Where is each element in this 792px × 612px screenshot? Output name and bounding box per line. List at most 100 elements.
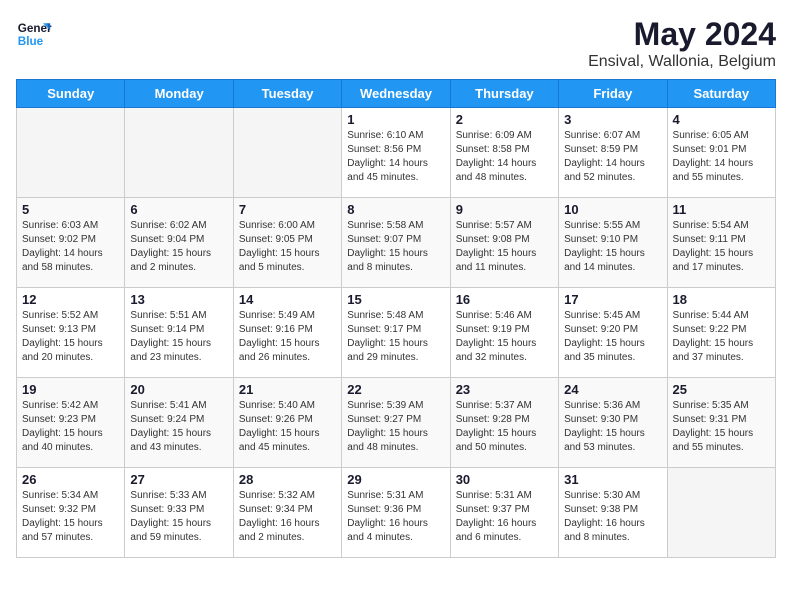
weekday-header-cell: Tuesday: [233, 80, 341, 108]
calendar-cell: 6 Sunrise: 6:02 AM Sunset: 9:04 PM Daylig…: [125, 198, 233, 288]
cell-info: Sunrise: 5:57 AM Sunset: 9:08 PM Dayligh…: [456, 219, 553, 275]
calendar-table: SundayMondayTuesdayWednesdayThursdayFrid…: [16, 79, 776, 558]
day-number: 30: [456, 472, 553, 487]
cell-info: Sunrise: 5:49 AM Sunset: 9:16 PM Dayligh…: [239, 309, 336, 365]
calendar-cell: [17, 108, 125, 198]
calendar-cell: 31 Sunrise: 5:30 AM Sunset: 9:38 PM Dayli…: [559, 468, 667, 558]
cell-info: Sunrise: 5:30 AM Sunset: 9:38 PM Dayligh…: [564, 489, 661, 545]
calendar-cell: 11 Sunrise: 5:54 AM Sunset: 9:11 PM Dayli…: [667, 198, 775, 288]
day-number: 1: [347, 112, 444, 127]
logo-icon: General Blue: [16, 16, 52, 52]
calendar-week-row: 5 Sunrise: 6:03 AM Sunset: 9:02 PM Daylig…: [17, 198, 776, 288]
day-number: 2: [456, 112, 553, 127]
calendar-cell: 26 Sunrise: 5:34 AM Sunset: 9:32 PM Dayli…: [17, 468, 125, 558]
day-number: 27: [130, 472, 227, 487]
day-number: 14: [239, 292, 336, 307]
weekday-header-cell: Wednesday: [342, 80, 450, 108]
cell-info: Sunrise: 5:31 AM Sunset: 9:37 PM Dayligh…: [456, 489, 553, 545]
weekday-header-cell: Saturday: [667, 80, 775, 108]
cell-info: Sunrise: 6:07 AM Sunset: 8:59 PM Dayligh…: [564, 129, 661, 185]
calendar-cell: 25 Sunrise: 5:35 AM Sunset: 9:31 PM Dayli…: [667, 378, 775, 468]
day-number: 25: [673, 382, 770, 397]
calendar-week-row: 12Sunrise: 5:52 AM Sunset: 9:13 PM Dayli…: [17, 288, 776, 378]
calendar-week-row: 1 Sunrise: 6:10 AM Sunset: 8:56 PM Daylig…: [17, 108, 776, 198]
calendar-cell: 2Sunrise: 6:09 AM Sunset: 8:58 PM Daylig…: [450, 108, 558, 198]
calendar-cell: 21 Sunrise: 5:40 AM Sunset: 9:26 PM Dayli…: [233, 378, 341, 468]
day-number: 19: [22, 382, 119, 397]
day-number: 3: [564, 112, 661, 127]
day-number: 17: [564, 292, 661, 307]
cell-info: Sunrise: 5:58 AM Sunset: 9:07 PM Dayligh…: [347, 219, 444, 275]
month-title: May 2024: [588, 16, 776, 53]
calendar-cell: 13Sunrise: 5:51 AM Sunset: 9:14 PM Dayli…: [125, 288, 233, 378]
calendar-cell: 29Sunrise: 5:31 AM Sunset: 9:36 PM Dayli…: [342, 468, 450, 558]
calendar-cell: 23Sunrise: 5:37 AM Sunset: 9:28 PM Dayli…: [450, 378, 558, 468]
calendar-cell: 7Sunrise: 6:00 AM Sunset: 9:05 PM Daylig…: [233, 198, 341, 288]
calendar-cell: 24Sunrise: 5:36 AM Sunset: 9:30 PM Dayli…: [559, 378, 667, 468]
day-number: 28: [239, 472, 336, 487]
day-number: 18: [673, 292, 770, 307]
calendar-cell: 16Sunrise: 5:46 AM Sunset: 9:19 PM Dayli…: [450, 288, 558, 378]
day-number: 20: [130, 382, 227, 397]
calendar-cell: 18 Sunrise: 5:44 AM Sunset: 9:22 PM Dayli…: [667, 288, 775, 378]
cell-info: Sunrise: 5:55 AM Sunset: 9:10 PM Dayligh…: [564, 219, 661, 275]
day-number: 11: [673, 202, 770, 217]
weekday-header-row: SundayMondayTuesdayWednesdayThursdayFrid…: [17, 80, 776, 108]
day-number: 31: [564, 472, 661, 487]
calendar-cell: [125, 108, 233, 198]
calendar-week-row: 19 Sunrise: 5:42 AM Sunset: 9:23 PM Dayli…: [17, 378, 776, 468]
day-number: 8: [347, 202, 444, 217]
cell-info: Sunrise: 6:10 AM Sunset: 8:56 PM Dayligh…: [347, 129, 444, 185]
day-number: 22: [347, 382, 444, 397]
cell-info: Sunrise: 5:41 AM Sunset: 9:24 PM Dayligh…: [130, 399, 227, 455]
weekday-header-cell: Friday: [559, 80, 667, 108]
day-number: 12: [22, 292, 119, 307]
day-number: 23: [456, 382, 553, 397]
calendar-cell: 1 Sunrise: 6:10 AM Sunset: 8:56 PM Daylig…: [342, 108, 450, 198]
weekday-header-cell: Monday: [125, 80, 233, 108]
calendar-cell: 14 Sunrise: 5:49 AM Sunset: 9:16 PM Dayli…: [233, 288, 341, 378]
day-number: 4: [673, 112, 770, 127]
calendar-cell: 5 Sunrise: 6:03 AM Sunset: 9:02 PM Daylig…: [17, 198, 125, 288]
calendar-cell: 9 Sunrise: 5:57 AM Sunset: 9:08 PM Daylig…: [450, 198, 558, 288]
cell-info: Sunrise: 5:45 AM Sunset: 9:20 PM Dayligh…: [564, 309, 661, 365]
cell-info: Sunrise: 5:36 AM Sunset: 9:30 PM Dayligh…: [564, 399, 661, 455]
cell-info: Sunrise: 6:02 AM Sunset: 9:04 PM Dayligh…: [130, 219, 227, 275]
day-number: 15: [347, 292, 444, 307]
calendar-cell: 3 Sunrise: 6:07 AM Sunset: 8:59 PM Daylig…: [559, 108, 667, 198]
day-number: 7: [239, 202, 336, 217]
calendar-cell: 28 Sunrise: 5:32 AM Sunset: 9:34 PM Dayli…: [233, 468, 341, 558]
calendar-cell: 15Sunrise: 5:48 AM Sunset: 9:17 PM Dayli…: [342, 288, 450, 378]
calendar-cell: 19 Sunrise: 5:42 AM Sunset: 9:23 PM Dayli…: [17, 378, 125, 468]
day-number: 10: [564, 202, 661, 217]
calendar-cell: 27 Sunrise: 5:33 AM Sunset: 9:33 PM Dayli…: [125, 468, 233, 558]
cell-info: Sunrise: 5:42 AM Sunset: 9:23 PM Dayligh…: [22, 399, 119, 455]
cell-info: Sunrise: 5:40 AM Sunset: 9:26 PM Dayligh…: [239, 399, 336, 455]
weekday-header-cell: Thursday: [450, 80, 558, 108]
day-number: 16: [456, 292, 553, 307]
day-number: 21: [239, 382, 336, 397]
calendar-cell: 30 Sunrise: 5:31 AM Sunset: 9:37 PM Dayli…: [450, 468, 558, 558]
day-number: 5: [22, 202, 119, 217]
cell-info: Sunrise: 5:51 AM Sunset: 9:14 PM Dayligh…: [130, 309, 227, 365]
title-area: May 2024 Ensival, Wallonia, Belgium: [588, 16, 776, 71]
day-number: 9: [456, 202, 553, 217]
calendar-cell: 4Sunrise: 6:05 AM Sunset: 9:01 PM Daylig…: [667, 108, 775, 198]
day-number: 6: [130, 202, 227, 217]
cell-info: Sunrise: 5:54 AM Sunset: 9:11 PM Dayligh…: [673, 219, 770, 275]
cell-info: Sunrise: 5:31 AM Sunset: 9:36 PM Dayligh…: [347, 489, 444, 545]
calendar-body: 1 Sunrise: 6:10 AM Sunset: 8:56 PM Daylig…: [17, 108, 776, 558]
calendar-cell: 12Sunrise: 5:52 AM Sunset: 9:13 PM Dayli…: [17, 288, 125, 378]
calendar-cell: 10 Sunrise: 5:55 AM Sunset: 9:10 PM Dayli…: [559, 198, 667, 288]
logo: General Blue: [16, 16, 52, 52]
cell-info: Sunrise: 5:33 AM Sunset: 9:33 PM Dayligh…: [130, 489, 227, 545]
cell-info: Sunrise: 5:32 AM Sunset: 9:34 PM Dayligh…: [239, 489, 336, 545]
cell-info: Sunrise: 5:35 AM Sunset: 9:31 PM Dayligh…: [673, 399, 770, 455]
cell-info: Sunrise: 5:34 AM Sunset: 9:32 PM Dayligh…: [22, 489, 119, 545]
calendar-cell: 8 Sunrise: 5:58 AM Sunset: 9:07 PM Daylig…: [342, 198, 450, 288]
page-header: General Blue May 2024 Ensival, Wallonia,…: [16, 16, 776, 71]
cell-info: Sunrise: 5:44 AM Sunset: 9:22 PM Dayligh…: [673, 309, 770, 365]
day-number: 26: [22, 472, 119, 487]
calendar-cell: 22Sunrise: 5:39 AM Sunset: 9:27 PM Dayli…: [342, 378, 450, 468]
cell-info: Sunrise: 6:03 AM Sunset: 9:02 PM Dayligh…: [22, 219, 119, 275]
